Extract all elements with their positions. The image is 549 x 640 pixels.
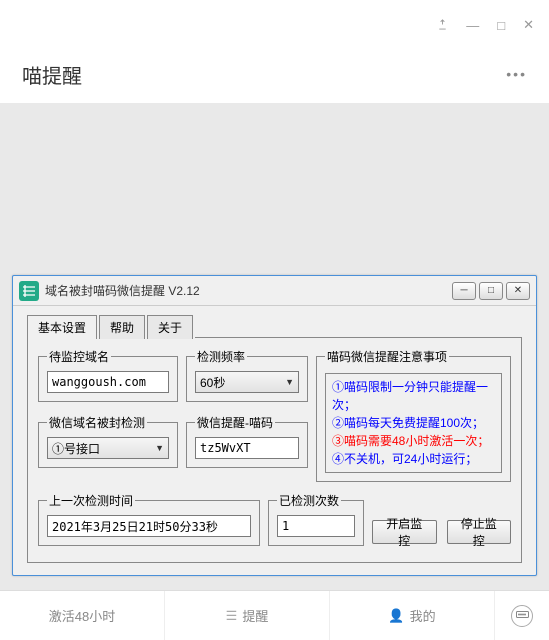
stop-button[interactable]: 停止监控 [447,520,512,544]
more-icon[interactable]: ••• [506,60,527,82]
wxremind-input[interactable] [195,437,299,459]
check-select-value: ①号接口 [52,440,100,457]
footer-keyboard[interactable] [495,591,549,640]
domain-input[interactable] [47,371,169,393]
list-icon: ☰ [226,608,238,624]
notice-line: ③喵码需要48小时激活一次； [332,432,495,450]
footer-mine-label: 我的 [410,606,436,625]
check-select[interactable]: ①号接口 ▼ [47,437,169,459]
user-icon: 👤 [388,608,404,624]
lasttime-legend: 上一次检测时间 [47,492,135,509]
footer-remind[interactable]: ☰ 提醒 [165,591,330,640]
start-button[interactable]: 开启监控 [372,520,437,544]
notice-box: ①喵码限制一分钟只能提醒一次； ②喵码每天免费提醒100次； ③喵码需要48小时… [325,373,502,473]
close-icon[interactable]: ✕ [523,17,534,33]
inner-window-title: 域名被封喵码微信提醒 V2.12 [45,282,452,299]
notice-line: ②喵码每天免费提醒100次； [332,414,495,432]
page-title: 喵提醒 [22,60,527,89]
footer-activate-label: 激活48小时 [49,606,115,625]
inner-maximize-button[interactable]: □ [479,282,503,300]
chevron-down-icon: ▼ [155,443,164,453]
tab-help[interactable]: 帮助 [99,315,145,339]
keyboard-icon [511,605,533,627]
tab-about[interactable]: 关于 [147,315,193,339]
freq-select[interactable]: 60秒 ▼ [195,371,299,393]
pin-icon[interactable] [437,18,448,33]
tab-basic[interactable]: 基本设置 [27,315,97,339]
freq-select-value: 60秒 [200,374,225,391]
notice-legend: 喵码微信提醒注意事项 [325,348,449,365]
app-icon [19,281,39,301]
inner-window: 域名被封喵码微信提醒 V2.12 ─ □ ✕ 基本设置 帮助 关于 待监控域名 [12,275,537,576]
notice-line: ①喵码限制一分钟只能提醒一次； [332,378,495,414]
freq-legend: 检测频率 [195,348,247,365]
chevron-down-icon: ▼ [285,377,294,387]
notice-line: ④不关机，可24小时运行； [332,450,495,468]
check-legend: 微信域名被封检测 [47,414,147,431]
count-input[interactable] [277,515,355,537]
minimize-icon[interactable]: — [466,18,479,33]
inner-close-button[interactable]: ✕ [506,282,530,300]
lasttime-input[interactable] [47,515,251,537]
inner-minimize-button[interactable]: ─ [452,282,476,300]
footer-mine[interactable]: 👤 我的 [330,591,495,640]
count-legend: 已检测次数 [277,492,341,509]
maximize-icon[interactable]: □ [497,18,505,33]
domain-legend: 待监控域名 [47,348,111,365]
footer-remind-label: 提醒 [242,606,268,625]
footer-activate[interactable]: 激活48小时 [0,591,165,640]
wxremind-legend: 微信提醒-喵码 [195,414,275,431]
